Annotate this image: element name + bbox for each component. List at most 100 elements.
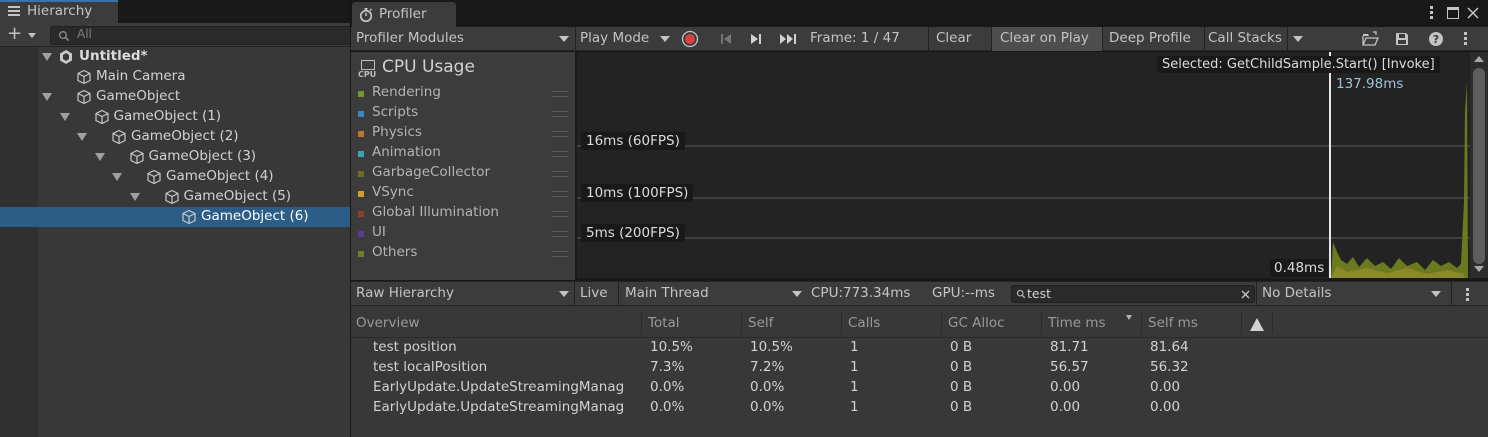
drag-handle-icon[interactable] (552, 151, 568, 157)
hierarchy-item-label: GameObject (6) (201, 208, 309, 224)
scroll-down-icon[interactable] (1474, 266, 1484, 272)
previous-frame-icon[interactable] (719, 32, 733, 46)
hierarchy-item[interactable]: GameObject (5) (0, 187, 350, 207)
hierarchy-item[interactable]: GameObject (2) (0, 127, 350, 147)
column-self-ms[interactable]: Self ms (1148, 315, 1198, 331)
live-toggle[interactable]: Live (580, 285, 608, 301)
load-data-icon[interactable] (1362, 31, 1379, 47)
drag-handle-icon[interactable] (552, 111, 568, 117)
expand-arrow-icon[interactable] (94, 153, 105, 161)
hierarchy-item[interactable]: GameObject (6) (0, 207, 350, 227)
category-item[interactable]: Scripts (358, 104, 568, 124)
expand-arrow-icon[interactable] (112, 173, 122, 181)
drag-handle-icon[interactable] (552, 251, 568, 257)
profiler-modules-dropdown[interactable]: Profiler Modules (351, 27, 575, 51)
gameobject-icon (164, 189, 180, 205)
cpu-time-label: CPU:773.34ms (811, 285, 911, 301)
hierarchy-item[interactable]: Main Camera (0, 67, 350, 87)
scrollbar-thumb[interactable] (1473, 68, 1485, 264)
more-options-icon[interactable] (1464, 32, 1468, 46)
table-row[interactable]: test localPosition 7.3% 7.2% 1 0 B 56.57 56.32 (351, 358, 1488, 378)
category-item[interactable]: Global Illumination (358, 204, 568, 224)
maximize-icon[interactable] (1447, 7, 1459, 19)
table-row[interactable]: EarlyUpdate.UpdateStreamingManag 0.0% 0.0%… (351, 398, 1488, 418)
drag-handle-icon[interactable] (552, 91, 568, 97)
help-icon[interactable]: ? (1428, 31, 1444, 47)
column-calls[interactable]: Calls (848, 315, 880, 331)
gameobject-icon (111, 129, 127, 145)
drag-handle-icon[interactable] (552, 171, 568, 177)
cell-time: 0.00 (1050, 379, 1081, 395)
expand-arrow-icon[interactable] (129, 193, 140, 201)
cell-gc: 0 B (950, 359, 973, 375)
table-row[interactable]: EarlyUpdate.UpdateStreamingManag 0.0% 0.0%… (351, 378, 1488, 398)
details-menu-icon[interactable] (1466, 288, 1470, 302)
category-item[interactable]: Physics (358, 124, 568, 144)
column-time-ms[interactable]: Time ms (1048, 315, 1106, 331)
drag-handle-icon[interactable] (552, 191, 568, 197)
hierarchy-item[interactable]: GameObject (1) (0, 107, 350, 127)
clear-on-play-toggle[interactable]: Clear on Play (992, 27, 1102, 51)
gameobject-icon (94, 109, 110, 125)
expand-arrow-icon[interactable] (42, 53, 52, 61)
scene-row[interactable]: Untitled* (0, 47, 350, 67)
gpu-time-label: GPU:--ms (932, 285, 995, 301)
save-data-icon[interactable] (1394, 31, 1410, 47)
category-item[interactable]: VSync (358, 184, 568, 204)
clear-button[interactable]: Clear (936, 30, 971, 46)
category-item[interactable]: Rendering (358, 84, 568, 104)
play-mode-dropdown[interactable]: Play Mode (576, 27, 674, 51)
record-button[interactable] (678, 29, 702, 49)
cell-self: 10.5% (750, 339, 793, 355)
cell-gc: 0 B (950, 379, 973, 395)
column-gc-alloc[interactable]: GC Alloc (948, 315, 1005, 331)
window-menu-icon[interactable] (1430, 6, 1434, 20)
profiler-tab[interactable]: Profiler (352, 2, 456, 27)
hierarchy-search-input[interactable]: All (50, 26, 350, 45)
category-item[interactable]: Others (358, 244, 568, 264)
hierarchy-item-label: GameObject (2) (131, 128, 239, 144)
drag-handle-icon[interactable] (552, 131, 568, 137)
cell-total: 7.3% (650, 359, 685, 375)
cell-name: EarlyUpdate.UpdateStreamingManag (373, 399, 625, 415)
current-frame-icon[interactable] (779, 32, 801, 46)
category-item[interactable]: Animation (358, 144, 568, 164)
hierarchy-item[interactable]: GameObject (0, 87, 350, 107)
cpu-usage-module[interactable]: CPU CPU Usage Rendering Scripts Physics Ani… (351, 52, 575, 280)
deep-profile-button[interactable]: Deep Profile (1109, 30, 1191, 46)
details-dropdown[interactable]: No Details (1257, 282, 1447, 306)
hierarchy-tab[interactable]: Hierarchy (0, 0, 118, 23)
selected-sample-label: Selected: GetChildSample.Start() [Invoke… (1157, 56, 1440, 73)
expand-arrow-icon[interactable] (59, 113, 70, 121)
expand-arrow-icon[interactable] (77, 133, 87, 141)
cpu-usage-chart[interactable]: 16ms (60FPS) 10ms (100FPS) 5ms (200FPS) … (576, 52, 1471, 278)
category-item[interactable]: GarbageCollector (358, 164, 568, 184)
warning-icon[interactable] (1250, 318, 1264, 331)
cell-self-ms: 81.64 (1150, 339, 1189, 355)
column-self[interactable]: Self (748, 315, 773, 331)
search-icon (59, 31, 70, 42)
hierarchy-item[interactable]: GameObject (3) (0, 147, 350, 167)
cell-calls: 1 (850, 399, 859, 415)
hierarchy-item-label: GameObject (3) (148, 148, 257, 164)
column-overview[interactable]: Overview (356, 315, 420, 331)
search-value: test (1027, 286, 1052, 301)
clear-search-icon[interactable] (1241, 290, 1250, 299)
next-frame-icon[interactable] (749, 32, 763, 46)
drag-handle-icon[interactable] (552, 231, 568, 237)
cell-total: 10.5% (650, 339, 693, 355)
table-row[interactable]: test position 10.5% 10.5% 1 0 B 81.71 81.64 (351, 338, 1488, 358)
close-icon[interactable] (1467, 7, 1479, 19)
drag-handle-icon[interactable] (552, 211, 568, 217)
add-object-button[interactable]: + (4, 25, 40, 45)
sample-search-input[interactable]: test (1011, 285, 1255, 303)
thread-dropdown[interactable]: Main Thread (619, 282, 807, 306)
category-item[interactable]: UI (358, 224, 568, 244)
call-stacks-toggle[interactable]: Call Stacks (1205, 27, 1305, 51)
hierarchy-item[interactable]: GameObject (4) (0, 167, 350, 187)
gameobject-icon (181, 209, 197, 225)
expand-arrow-icon[interactable] (42, 93, 52, 101)
scroll-up-icon[interactable] (1474, 56, 1484, 62)
column-total[interactable]: Total (648, 315, 680, 331)
view-type-dropdown[interactable]: Raw Hierarchy (351, 282, 574, 306)
